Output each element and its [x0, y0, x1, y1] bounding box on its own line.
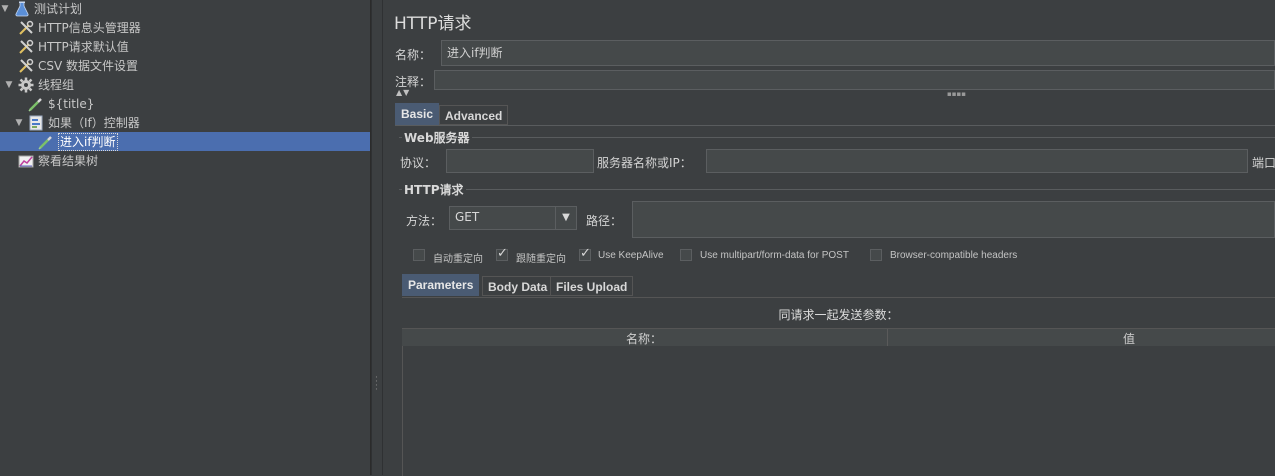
pipette-icon: [28, 96, 44, 112]
protocol-label: 协议：: [400, 156, 437, 170]
wrench-icon: [18, 39, 34, 55]
tree-item-thread-group[interactable]: ▼ 线程组: [0, 75, 370, 94]
gear-icon: [18, 77, 34, 93]
tree-item-header-manager[interactable]: HTTP信息头管理器: [0, 18, 370, 37]
tree-item-test-plan[interactable]: ▼ 测试计划: [0, 0, 370, 18]
wrench-icon: [18, 58, 34, 74]
tab-body-data[interactable]: Body Data: [482, 276, 554, 296]
tree-item-enter-if[interactable]: 进入if判断: [0, 132, 370, 151]
method-select[interactable]: GET ▼: [449, 206, 577, 230]
tab-files-upload[interactable]: Files Upload: [550, 276, 634, 296]
collapse-arrows-icon[interactable]: ▲▼: [396, 88, 410, 97]
tree-item-csv-config[interactable]: CSV 数据文件设置: [0, 56, 370, 75]
tree-item-label: HTTP信息头管理器: [38, 20, 141, 35]
table-header: 名称： 值: [402, 328, 1275, 347]
column-value-header[interactable]: 值: [1123, 330, 1135, 347]
checkmark-icon: ✓: [580, 246, 591, 261]
test-plan-tree: ▼ 测试计划 HTTP信息头管理器 HTTP请求默认值 CSV 数据文件设置 ▼…: [0, 0, 371, 475]
protocol-field[interactable]: [446, 149, 594, 173]
tree-item-label: 察看结果树: [38, 153, 99, 168]
path-field[interactable]: [632, 201, 1275, 238]
tab-parameters[interactable]: Parameters: [402, 274, 480, 296]
flask-icon: [14, 1, 30, 17]
parameters-table: 同请求一起发送参数： 名称： 值: [402, 297, 1275, 476]
tree-item-label: 测试计划: [34, 1, 83, 16]
server-label: 服务器名称或IP：: [597, 156, 692, 170]
page-title: HTTP请求: [394, 14, 472, 34]
checkmark-icon: ✓: [497, 246, 508, 261]
comment-field[interactable]: [434, 70, 1275, 90]
tree-item-label: HTTP请求默认值: [38, 39, 129, 54]
web-server-title: Web服务器: [402, 129, 472, 146]
tree-item-label: CSV 数据文件设置: [38, 58, 139, 73]
auto-redirect-label: 自动重定向: [433, 254, 483, 265]
http-request-panel: HTTP请求 名称： 进入if判断 注释： ▲▼ ▪▪▪▪ Basic Adva…: [383, 0, 1275, 476]
tree-item-label: 如果（If）控制器: [48, 115, 140, 130]
controller-icon: [28, 115, 44, 131]
drag-handle-icon[interactable]: ▪▪▪▪: [947, 90, 966, 98]
method-value: GET: [455, 210, 480, 224]
follow-redirect-checkbox[interactable]: ✓: [496, 246, 508, 261]
web-server-border: [399, 137, 1275, 138]
browser-headers-checkbox[interactable]: [870, 249, 882, 261]
tree-item-label: ${title}: [48, 96, 95, 111]
http-request-title: HTTP请求: [402, 181, 466, 198]
server-field[interactable]: [706, 149, 1248, 173]
follow-redirect-label: 跟随重定向: [516, 254, 566, 265]
keepalive-checkbox[interactable]: ✓: [579, 246, 591, 261]
dropdown-arrow-icon[interactable]: ▼: [555, 207, 576, 229]
tree-item-label: 线程组: [38, 77, 75, 92]
tab-basic[interactable]: Basic: [395, 103, 440, 125]
wrench-icon: [18, 20, 34, 36]
path-label: 路径：: [586, 214, 623, 228]
chart-icon: [18, 153, 34, 169]
column-divider[interactable]: [887, 329, 888, 346]
tab-divider: [395, 125, 1275, 126]
auto-redirect-checkbox[interactable]: [413, 249, 425, 261]
multipart-checkbox[interactable]: [680, 249, 692, 261]
method-label: 方法：: [406, 214, 443, 228]
http-request-border: [399, 189, 1275, 190]
tree-item-title-sampler[interactable]: ${title}: [0, 94, 370, 113]
browser-headers-label: Browser-compatible headers: [890, 250, 1018, 261]
tree-item-results-tree[interactable]: 察看结果树: [0, 151, 370, 170]
port-label: 端口: [1252, 156, 1275, 170]
tab-advanced[interactable]: Advanced: [439, 105, 509, 125]
expand-toggle-icon[interactable]: ▼: [0, 4, 10, 14]
splitter-grip-icon: · · · ·: [375, 373, 378, 395]
name-field[interactable]: 进入if判断: [441, 40, 1275, 66]
pipette-icon: [38, 134, 54, 150]
tree-item-if-controller[interactable]: ▼ 如果（If）控制器: [0, 113, 370, 132]
name-label: 名称：: [395, 48, 432, 62]
expand-toggle-icon[interactable]: ▼: [14, 118, 24, 128]
keepalive-label: Use KeepAlive: [598, 250, 664, 261]
table-body[interactable]: [402, 346, 1275, 476]
column-name-header[interactable]: 名称：: [626, 330, 662, 347]
tree-item-label: 进入if判断: [58, 132, 118, 151]
pane-splitter[interactable]: · · · ·: [371, 0, 383, 475]
parameters-caption: 同请求一起发送参数：: [778, 308, 899, 322]
tree-item-request-defaults[interactable]: HTTP请求默认值: [0, 37, 370, 56]
expand-toggle-icon[interactable]: ▼: [4, 80, 14, 90]
multipart-label: Use multipart/form-data for POST: [700, 250, 849, 261]
